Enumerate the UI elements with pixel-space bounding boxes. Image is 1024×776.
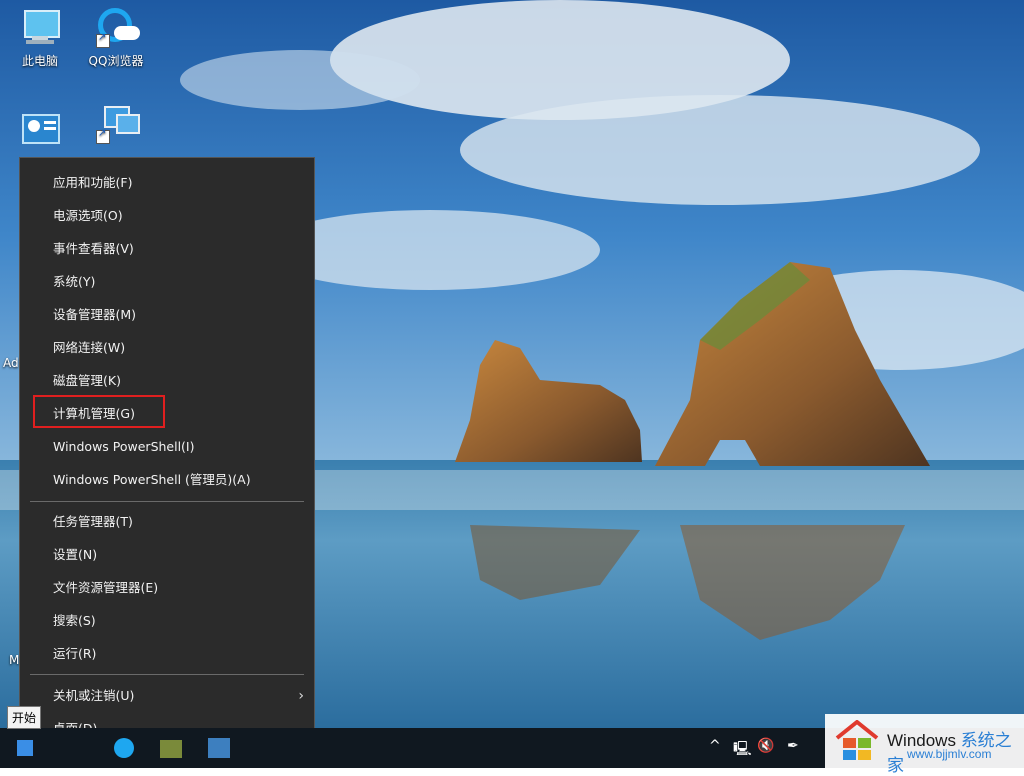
taskbar-app-icon[interactable] — [114, 738, 134, 758]
winx-context-menu: 应用和功能(F) 电源选项(O) 事件查看器(V) 系统(Y) 设备管理器(M)… — [19, 157, 315, 754]
highlight-box — [33, 395, 165, 428]
menu-item-shutdown-signout[interactable]: 关机或注销(U) › — [20, 680, 314, 712]
taskbar-app-icon[interactable] — [208, 738, 230, 758]
desktop-icon-this-pc[interactable]: 此电脑 — [8, 8, 72, 69]
menu-item-device-manager[interactable]: 设备管理器(M) — [20, 299, 314, 331]
pen-icon[interactable]: ✒ — [787, 738, 799, 754]
menu-item-event-viewer[interactable]: 事件查看器(V) — [20, 233, 314, 265]
volume-muted-icon[interactable]: 🔇 — [757, 738, 774, 754]
desktop-icon-label-fragment: Ad — [3, 356, 19, 370]
menu-item-task-manager[interactable]: 任务管理器(T) — [20, 506, 314, 538]
this-pc-icon — [24, 10, 60, 38]
menu-separator — [30, 501, 304, 502]
menu-item-file-explorer[interactable]: 文件资源管理器(E) — [20, 572, 314, 604]
menu-item-search[interactable]: 搜索(S) — [20, 605, 314, 637]
windows-logo-icon — [17, 740, 33, 756]
chevron-up-icon[interactable]: ^ — [709, 738, 721, 754]
windows-logo-watermark-icon — [835, 720, 879, 760]
start-button[interactable] — [0, 728, 48, 768]
network-tray-icon[interactable]: 🖳 — [733, 738, 752, 762]
menu-item-disk-management[interactable]: 磁盘管理(K) — [20, 365, 314, 397]
watermark: Windows 系统之家 www.bjjmlv.com — [825, 714, 1024, 775]
watermark-url: www.bjjmlv.com — [907, 747, 992, 761]
menu-item-power-options[interactable]: 电源选项(O) — [20, 200, 314, 232]
menu-item-run[interactable]: 运行(R) — [20, 638, 314, 670]
taskbar-app-icon[interactable] — [160, 740, 182, 758]
start-tooltip: 开始 — [7, 706, 42, 729]
menu-item-apps-features[interactable]: 应用和功能(F) — [20, 167, 314, 199]
desktop-icon-label-fragment: M — [9, 653, 20, 667]
desktop-icon-control-panel[interactable] — [8, 108, 72, 152]
menu-item-settings[interactable]: 设置(N) — [20, 539, 314, 571]
menu-separator — [30, 674, 304, 675]
control-panel-icon — [22, 114, 60, 144]
desktop-icon-qq-browser[interactable]: QQ浏览器 — [84, 8, 148, 69]
chevron-right-icon: › — [298, 688, 304, 704]
desktop-icon-label: 此电脑 — [21, 54, 58, 68]
menu-item-powershell[interactable]: Windows PowerShell(I) — [20, 431, 314, 463]
desktop-icon-label: QQ浏览器 — [88, 54, 144, 68]
menu-item-label: 关机或注销(U) — [53, 688, 135, 703]
menu-item-system[interactable]: 系统(Y) — [20, 266, 314, 298]
menu-item-powershell-admin[interactable]: Windows PowerShell (管理员)(A) — [20, 464, 314, 496]
menu-item-network-connections[interactable]: 网络连接(W) — [20, 332, 314, 364]
desktop-icon-network[interactable] — [84, 104, 148, 148]
